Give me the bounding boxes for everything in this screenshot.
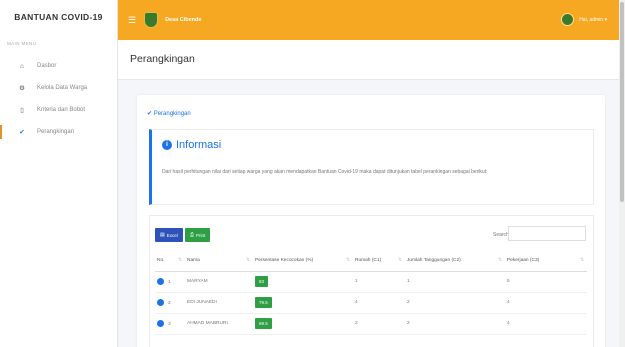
- table-row: 3 AHMAD MABRURI 69.5 2 2 4: [155, 313, 587, 335]
- sidebar-item-label: Perangkingan: [37, 129, 75, 135]
- row-nama: EDI JUNAEDI: [185, 292, 253, 314]
- gear-icon: ⚙: [19, 85, 25, 92]
- row-no: 1: [168, 279, 171, 285]
- row-c3: 5: [505, 271, 587, 293]
- page-header: Perangkingan: [118, 40, 625, 80]
- row-nama: MARYAM: [185, 271, 253, 293]
- home-icon: ⌂: [20, 62, 24, 70]
- row-no: 2: [168, 300, 171, 306]
- sidebar-item-kriteria-bobot[interactable]: ▯ Kriteria dan Bobot: [0, 99, 117, 121]
- row-c3: 4: [505, 313, 587, 335]
- match-percentage-badge: 83: [255, 276, 269, 287]
- sidebar-item-perangkingan[interactable]: ✔ Perangkingan: [0, 121, 117, 143]
- column-header-jumlah-tanggungan[interactable]: Jumlah Tanggungan (C2) ⇅: [405, 251, 505, 272]
- row-c2: 2: [405, 292, 505, 314]
- table-row: 2 EDI JUNAEDI 79.5 4 2 4: [155, 292, 587, 314]
- content-card: ✔ Perangkingan i Informasi Dari hasil pe…: [137, 95, 605, 347]
- row-c1: 2: [353, 313, 405, 335]
- info-box: i Informasi Dari hasil perhitungan nilai…: [149, 129, 594, 205]
- sidebar-item-kelola-data-warga[interactable]: ⚙ Kelola Data Warga: [0, 77, 117, 99]
- row-c1: 1: [353, 271, 405, 293]
- excel-label: Excel: [166, 232, 178, 238]
- column-header-nama[interactable]: Nama ⇅: [185, 251, 253, 272]
- app-name: Desa Cibende: [165, 17, 202, 23]
- table-row: 1 MARYAM 83 1 1 5: [155, 271, 587, 293]
- match-percentage-badge: 69.5: [255, 318, 272, 329]
- row-no: 3: [168, 321, 171, 327]
- ranking-table: No. ⇅ Nama ⇅ Persentase Kecocokan (%) ⇅ Rum…: [155, 251, 587, 335]
- row-c3: 4: [505, 292, 587, 314]
- brand-title[interactable]: BANTUAN COVID-19: [0, 0, 117, 34]
- match-percentage-badge: 79.5: [255, 297, 272, 308]
- page-title: Perangkingan: [130, 53, 195, 65]
- column-header-rumah[interactable]: Rumah (C1) ⇅: [353, 251, 405, 272]
- village-logo: [144, 12, 159, 28]
- sidebar-item-label: Kelola Data Warga: [37, 85, 88, 91]
- info-icon: i: [162, 140, 172, 150]
- print-icon: ⎙: [190, 232, 195, 238]
- expand-row-icon[interactable]: [157, 278, 164, 285]
- sidebar-item-dasbor[interactable]: ⌂ Dasbor: [0, 55, 117, 77]
- user-name: Hai, admin ▾: [579, 16, 607, 23]
- row-c2: 2: [405, 313, 505, 335]
- topbar: ☰ Desa Cibende Hai, admin ▾: [118, 0, 625, 40]
- search-input[interactable]: [508, 226, 586, 241]
- info-title: Informasi: [176, 139, 222, 151]
- check-icon: ✔: [19, 129, 25, 136]
- row-c1: 4: [353, 292, 405, 314]
- column-header-persentase[interactable]: Persentase Kecocokan (%) ⇅: [253, 251, 353, 272]
- ranking-table-panel: ▤ Excel ⎙ Print Search: No. ⇅ Nama ⇅ Perse…: [149, 215, 594, 347]
- row-c2: 1: [405, 271, 505, 293]
- table-header-row: No. ⇅ Nama ⇅ Persentase Kecocokan (%) ⇅ Rum…: [155, 251, 587, 272]
- print-button[interactable]: ⎙ Print: [185, 228, 211, 242]
- column-header-pekerjaan[interactable]: Pekerjaan (C3) ⇅: [505, 251, 587, 272]
- clipboard-icon: ▯: [20, 107, 24, 114]
- expand-row-icon[interactable]: [157, 320, 164, 327]
- print-label: Print: [196, 232, 206, 238]
- info-text: Dari hasil perhitungan nilai dari setiap…: [162, 169, 488, 175]
- user-menu[interactable]: Hai, admin ▾: [561, 13, 607, 26]
- page-scrollbar[interactable]: [619, 0, 625, 347]
- scrollbar-thumb[interactable]: [620, 2, 624, 202]
- hamburger-menu-icon[interactable]: ☰: [128, 15, 136, 26]
- sidebar: BANTUAN COVID-19 MAIN MENU ⌂ Dasbor ⚙ Ke…: [0, 0, 118, 347]
- excel-button[interactable]: ▤ Excel: [155, 228, 183, 242]
- sidebar-item-label: Dasbor: [37, 63, 57, 69]
- expand-row-icon[interactable]: [157, 299, 164, 306]
- avatar: [561, 13, 575, 26]
- sidebar-item-label: Kriteria dan Bobot: [37, 107, 86, 113]
- file-excel-icon: ▤: [160, 232, 165, 238]
- info-heading: i Informasi: [162, 139, 221, 151]
- breadcrumb[interactable]: ✔ Perangkingan: [147, 110, 191, 117]
- column-header-no[interactable]: No. ⇅: [155, 251, 185, 272]
- row-nama: AHMAD MABRURI: [185, 313, 253, 335]
- menu-heading: MAIN MENU: [7, 41, 37, 46]
